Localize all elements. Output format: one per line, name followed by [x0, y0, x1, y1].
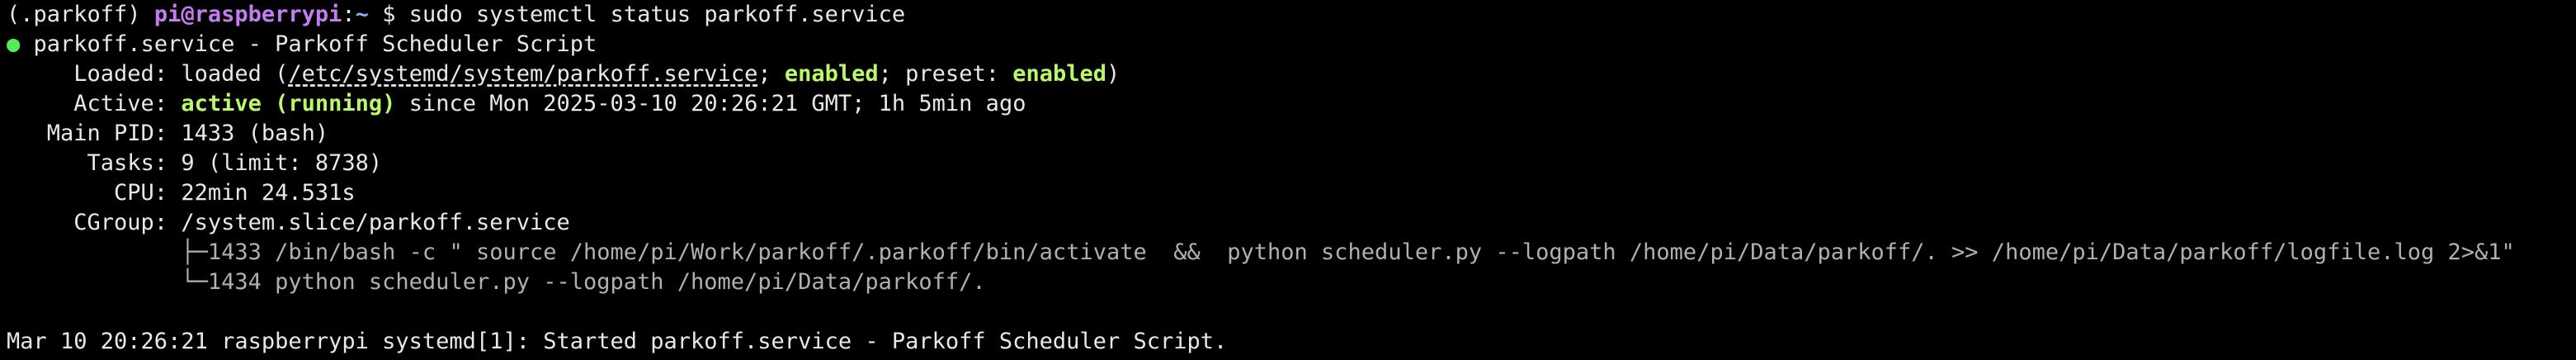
active-label: Active: — [73, 91, 168, 116]
loaded-prefix: loaded ( — [181, 61, 289, 87]
venv-indicator: (.parkoff) — [7, 2, 141, 27]
service-header: parkoff.service - Parkoff Scheduler Scri… — [33, 31, 597, 57]
process-1434: 1434 python scheduler.py --logpath /home… — [207, 269, 986, 295]
unit-file-link[interactable]: /etc/systemd/system/parkoff.service — [288, 61, 757, 87]
loaded-label: Loaded: — [73, 61, 168, 87]
loaded-sep1: ; — [757, 61, 785, 87]
command-text: sudo systemctl status parkoff.service — [408, 2, 906, 27]
terminal-window[interactable]: (.parkoff) pi@raspberrypi:~ $ sudo syste… — [0, 0, 2576, 360]
loaded-sep2: ; preset: — [878, 61, 1013, 87]
active-state: active (running) — [181, 91, 396, 116]
pid-value: 1433 (bash) — [181, 121, 329, 146]
status-dot-icon: ● — [7, 31, 21, 57]
process-line-1: ├─1433 /bin/bash -c " source /home/pi/Wo… — [7, 238, 2576, 268]
tasks-line: Tasks: 9 (limit: 8738) — [7, 149, 2576, 178]
process-line-2: └─1434 python scheduler.py --logpath /ho… — [7, 268, 2576, 297]
loaded-line: Loaded: loaded (/etc/systemd/system/park… — [7, 59, 2576, 89]
journal-log-line: Mar 10 20:26:21 raspberrypi systemd[1]: … — [7, 329, 1228, 354]
cpu-value: 22min 24.531s — [181, 180, 356, 206]
service-header-line: ● parkoff.service - Parkoff Scheduler Sc… — [7, 30, 2576, 59]
enabled-status: enabled — [784, 61, 879, 87]
tasks-label: Tasks: — [87, 150, 168, 176]
pid-line: Main PID: 1433 (bash) — [7, 119, 2576, 149]
process-1433: 1433 /bin/bash -c " source /home/pi/Work… — [207, 239, 2515, 265]
tree-end-icon: └─ — [181, 269, 208, 295]
cgroup-value: /system.slice/parkoff.service — [181, 210, 570, 235]
tree-branch-icon: ├─ — [181, 239, 208, 265]
cpu-line: CPU: 22min 24.531s — [7, 178, 2576, 208]
cgroup-label: CGroup: — [73, 210, 168, 235]
pid-label: Main PID: — [46, 121, 168, 146]
prompt-user-host: pi@raspberrypi — [153, 2, 342, 27]
active-line: Active: active (running) since Mon 2025-… — [7, 89, 2576, 119]
prompt-separator: : — [342, 2, 356, 27]
active-since: since Mon 2025-03-10 20:26:21 GMT; 1h 5m… — [408, 91, 1026, 116]
cgroup-line: CGroup: /system.slice/parkoff.service — [7, 208, 2576, 238]
cpu-label: CPU: — [114, 180, 168, 206]
prompt-cwd: ~ — [355, 2, 369, 27]
preset-status: enabled — [1012, 61, 1107, 87]
prompt-line: (.parkoff) pi@raspberrypi:~ $ sudo syste… — [7, 0, 2576, 30]
prompt-dollar: $ — [382, 2, 396, 27]
tasks-value: 9 (limit: 8738) — [181, 150, 383, 176]
loaded-suffix: ) — [1106, 61, 1121, 87]
